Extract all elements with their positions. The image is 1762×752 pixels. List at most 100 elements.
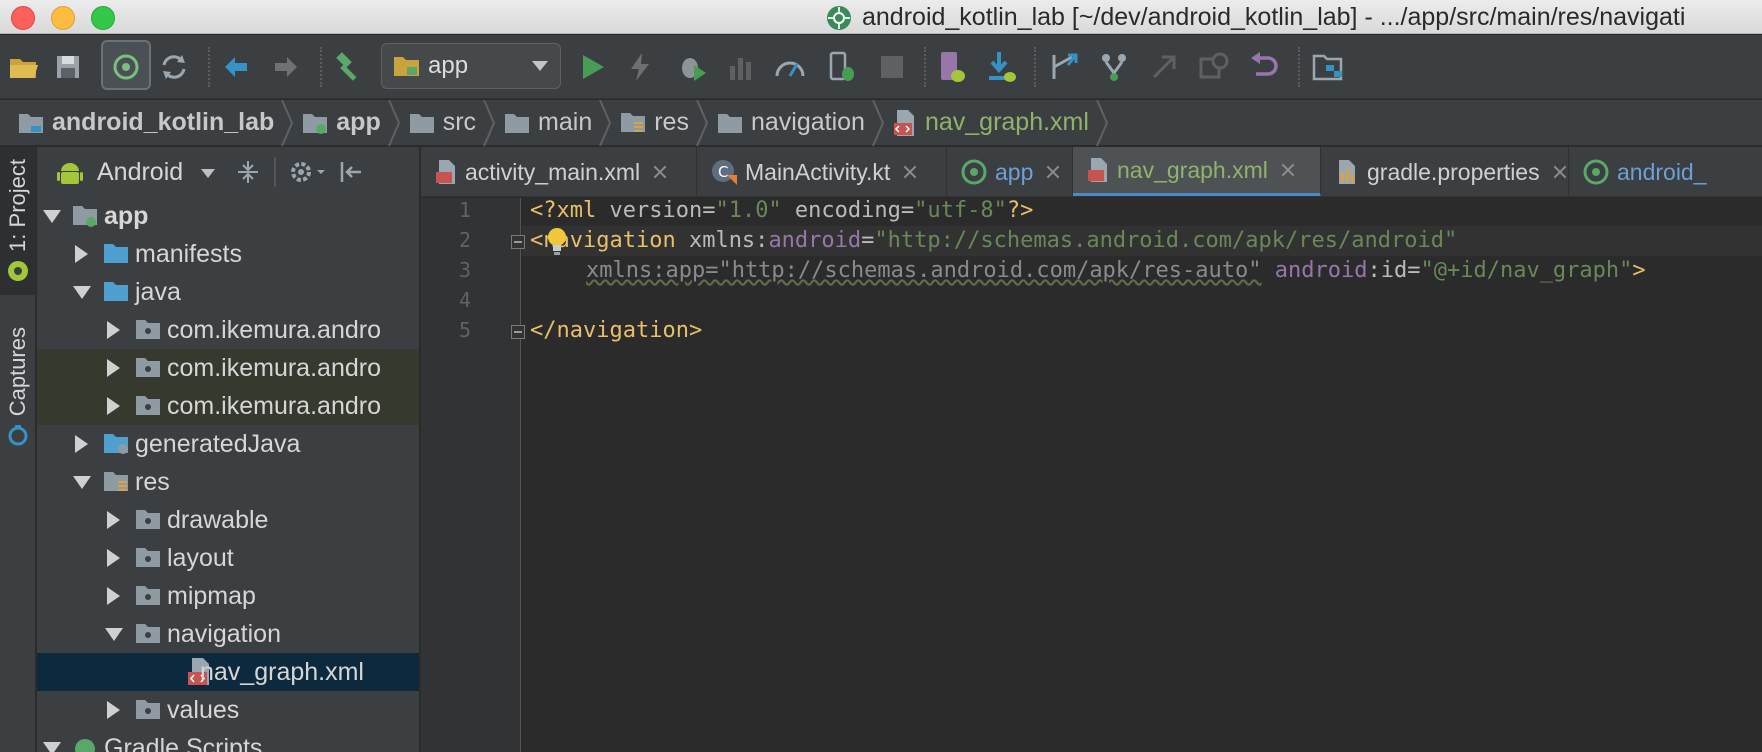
close-icon[interactable] (1045, 164, 1061, 180)
tree-item-values[interactable]: values (37, 691, 419, 729)
expand-arrow-icon[interactable] (75, 435, 88, 453)
chevron-down-icon[interactable] (201, 169, 215, 178)
properties-file-icon (1335, 159, 1359, 185)
toolbar-separator (1298, 47, 1300, 87)
breadcrumb-src[interactable]: src (409, 100, 476, 146)
expand-arrow-icon[interactable] (43, 742, 61, 752)
expand-arrow-icon[interactable] (107, 701, 120, 719)
chevron-down-icon (532, 61, 548, 71)
tree-item-app[interactable]: app (37, 197, 419, 235)
run-configuration-select[interactable]: app (381, 43, 561, 89)
expand-arrow-icon[interactable] (73, 286, 91, 299)
breadcrumb-app[interactable]: app (302, 100, 381, 146)
expand-arrow-icon[interactable] (105, 628, 123, 641)
expand-arrow-icon[interactable] (43, 210, 61, 223)
run-icon[interactable] (574, 49, 610, 85)
tree-item-mipmap[interactable]: mipmap (37, 577, 419, 615)
code-line-1[interactable]: <?xml version="1.0" encoding="utf-8"?> (530, 198, 1033, 223)
tree-item-drawable[interactable]: drawable (37, 501, 419, 539)
breadcrumb-main[interactable]: main (504, 100, 592, 146)
expand-arrow-icon[interactable] (107, 397, 120, 415)
vcs-push-icon[interactable] (1146, 49, 1182, 85)
tree-item-generatedjava[interactable]: generatedJava (37, 425, 419, 463)
tree-item-manifests[interactable]: manifests (37, 235, 419, 273)
breadcrumb-res[interactable]: res (620, 100, 689, 146)
tab-mainactivity-kt[interactable]: C MainActivity.kt (697, 147, 947, 196)
android-studio-icon (827, 5, 851, 30)
debug-icon[interactable] (674, 49, 710, 85)
tree-item-res[interactable]: res (37, 463, 419, 501)
profile-icon[interactable] (724, 49, 760, 85)
expand-arrow-icon[interactable] (107, 587, 120, 605)
tab-nav-graph-xml[interactable]: nav_graph.xml (1073, 147, 1321, 196)
stop-icon[interactable] (874, 49, 910, 85)
sdk-manager-icon[interactable] (984, 49, 1020, 85)
collapse-all-icon[interactable] (235, 159, 261, 185)
generated-folder-icon (104, 434, 128, 454)
code-line-2[interactable]: <navigation xmlns:android="http://schema… (530, 228, 1457, 253)
tree-item-package[interactable]: com.ikemura.andro (37, 311, 419, 349)
tree-item-navigation[interactable]: navigation (37, 615, 419, 653)
module-folder-icon (394, 57, 419, 76)
avd-manager-icon[interactable] (934, 49, 970, 85)
save-icon[interactable] (50, 49, 86, 85)
project-tool-tab[interactable]: 1: Project (0, 147, 36, 295)
close-icon[interactable] (902, 164, 918, 180)
back-icon[interactable] (218, 49, 254, 85)
expand-arrow-icon[interactable] (73, 476, 91, 489)
xml-file-icon (1087, 157, 1109, 183)
expand-arrow-icon[interactable] (107, 511, 120, 529)
sync-icon[interactable] (108, 49, 144, 85)
window-minimize-button[interactable] (51, 6, 75, 30)
hide-panel-icon[interactable] (339, 159, 365, 185)
expand-arrow-icon[interactable] (107, 321, 120, 339)
breadcrumb-project[interactable]: android_kotlin_lab (18, 100, 274, 146)
tree-item-java[interactable]: java (37, 273, 419, 311)
captures-tool-tab[interactable]: Captures (0, 327, 36, 477)
breadcrumb-navigation[interactable]: navigation (717, 100, 865, 146)
tree-item-nav-graph-xml[interactable]: nav_graph.xml (37, 653, 419, 691)
tree-item-layout[interactable]: layout (37, 539, 419, 577)
profiler-gauge-icon[interactable] (772, 49, 808, 85)
vcs-update-icon[interactable] (1046, 49, 1082, 85)
package-folder-icon (136, 396, 160, 415)
gear-icon[interactable] (289, 159, 327, 185)
tab-app[interactable]: app (947, 147, 1073, 196)
tree-item-gradle-scripts[interactable]: Gradle Scripts (37, 729, 419, 752)
tab-gradle-properties[interactable]: gradle.properties (1321, 147, 1569, 196)
project-view-select[interactable]: Android (97, 158, 183, 187)
attach-debugger-icon[interactable] (824, 49, 860, 85)
build-hammer-icon[interactable] (330, 49, 366, 85)
breadcrumb-file[interactable]: nav_graph.xml (893, 100, 1089, 146)
window-close-button[interactable] (11, 6, 35, 30)
tab-android[interactable]: android_ (1569, 147, 1762, 196)
expand-arrow-icon[interactable] (75, 245, 88, 263)
folder-icon (136, 548, 160, 567)
fold-marker-icon[interactable] (511, 235, 525, 249)
close-icon[interactable] (1552, 164, 1568, 180)
sync-project-icon[interactable] (156, 49, 192, 85)
forward-icon[interactable] (268, 49, 304, 85)
revert-icon[interactable] (1246, 49, 1282, 85)
resource-folder-icon (104, 472, 128, 491)
code-line-3[interactable]: xmlns:app="http://schemas.android.com/ap… (586, 258, 1646, 283)
tree-item-package[interactable]: com.ikemura.andro (37, 349, 419, 387)
expand-arrow-icon[interactable] (107, 359, 120, 377)
vcs-branch-icon[interactable] (1096, 49, 1132, 85)
lightbulb-icon[interactable] (546, 226, 568, 256)
close-icon[interactable] (1280, 162, 1296, 178)
open-folder-icon[interactable] (6, 49, 42, 85)
code-line-5[interactable]: </navigation> (530, 318, 702, 343)
close-icon[interactable] (652, 164, 668, 180)
tree-item-package[interactable]: com.ikemura.andro (37, 387, 419, 425)
history-icon[interactable] (1196, 49, 1232, 85)
apply-changes-icon[interactable] (622, 49, 658, 85)
fold-marker-icon[interactable] (511, 325, 525, 339)
window-maximize-button[interactable] (91, 6, 115, 30)
svg-text:C: C (718, 163, 728, 181)
android-icon (57, 163, 83, 184)
expand-arrow-icon[interactable] (107, 549, 120, 567)
project-panel-header: Android (37, 147, 419, 197)
tab-activity-main-xml[interactable]: activity_main.xml (421, 147, 697, 196)
project-structure-icon[interactable] (1310, 49, 1346, 85)
